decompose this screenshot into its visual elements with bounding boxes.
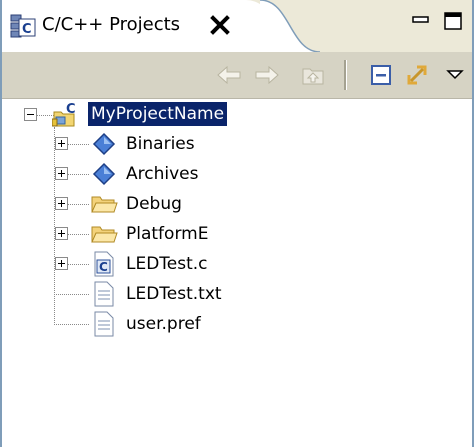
project-tree: C MyProjectName Binaries Archives Debug … (2, 98, 472, 447)
collapse-all-icon[interactable] (366, 60, 396, 90)
tree-item-binaries[interactable]: Binaries (2, 131, 472, 161)
archives-diamond-icon (92, 162, 116, 186)
view-tab-strip: C C/C++ Projects (2, 0, 472, 52)
tree-item-ledtest-txt[interactable]: LEDTest.txt (2, 281, 472, 311)
tree-item-label: Debug (126, 194, 182, 214)
link-with-editor-icon[interactable] (402, 60, 432, 90)
text-file-icon (92, 281, 116, 307)
expand-toggle[interactable] (55, 257, 68, 270)
text-file-icon (92, 311, 116, 337)
tree-item-platforme[interactable]: PlatformE (2, 221, 472, 251)
close-icon[interactable] (205, 10, 235, 40)
tree-item-label: PlatformE (126, 224, 209, 244)
view-tab[interactable]: C C/C++ Projects (2, 0, 272, 52)
c-project-icon: C (51, 102, 76, 127)
view-menu-icon[interactable] (440, 60, 470, 90)
tree-item-debug[interactable]: Debug (2, 191, 472, 221)
tree-item-user-pref[interactable]: user.pref (2, 311, 472, 341)
expand-toggle[interactable] (55, 197, 68, 210)
cpp-projects-view: C C/C++ Projects C MyProjectName Binarie… (0, 0, 474, 447)
back-arrow-icon[interactable] (214, 60, 244, 90)
tree-item-label-myprojectname[interactable]: MyProjectName (88, 102, 228, 126)
tree-item-label: Binaries (126, 134, 195, 154)
minimize-icon[interactable] (410, 10, 432, 32)
cpp-projects-view-icon: C (10, 12, 36, 38)
binaries-diamond-icon (92, 132, 116, 156)
collapse-toggle[interactable] (24, 108, 37, 121)
tree-item-label: user.pref (126, 314, 201, 334)
tree-item-label: Archives (126, 164, 199, 184)
c-source-file-icon: C (92, 251, 116, 277)
maximize-icon[interactable] (442, 10, 464, 32)
svg-text:C: C (22, 22, 32, 37)
tree-item-label: LEDTest.txt (126, 284, 222, 304)
expand-toggle[interactable] (55, 167, 68, 180)
tree-item-ledtest-c[interactable]: C LEDTest.c (2, 251, 472, 281)
tree-item-archives[interactable]: Archives (2, 161, 472, 191)
expand-toggle[interactable] (55, 227, 68, 240)
folder-icon (90, 192, 118, 216)
up-folder-icon[interactable] (298, 60, 328, 90)
view-tab-title: C/C++ Projects (42, 14, 181, 35)
view-toolbar (2, 52, 472, 99)
tab-curve-decoration (260, 0, 321, 52)
tree-root-row[interactable]: C MyProjectName (2, 102, 472, 132)
expand-toggle[interactable] (55, 137, 68, 150)
toolbar-separator (344, 60, 347, 90)
tree-item-label: LEDTest.c (126, 254, 208, 274)
folder-icon (90, 222, 118, 246)
svg-text:C: C (66, 102, 76, 117)
svg-text:C: C (99, 260, 108, 274)
forward-arrow-icon[interactable] (252, 60, 282, 90)
